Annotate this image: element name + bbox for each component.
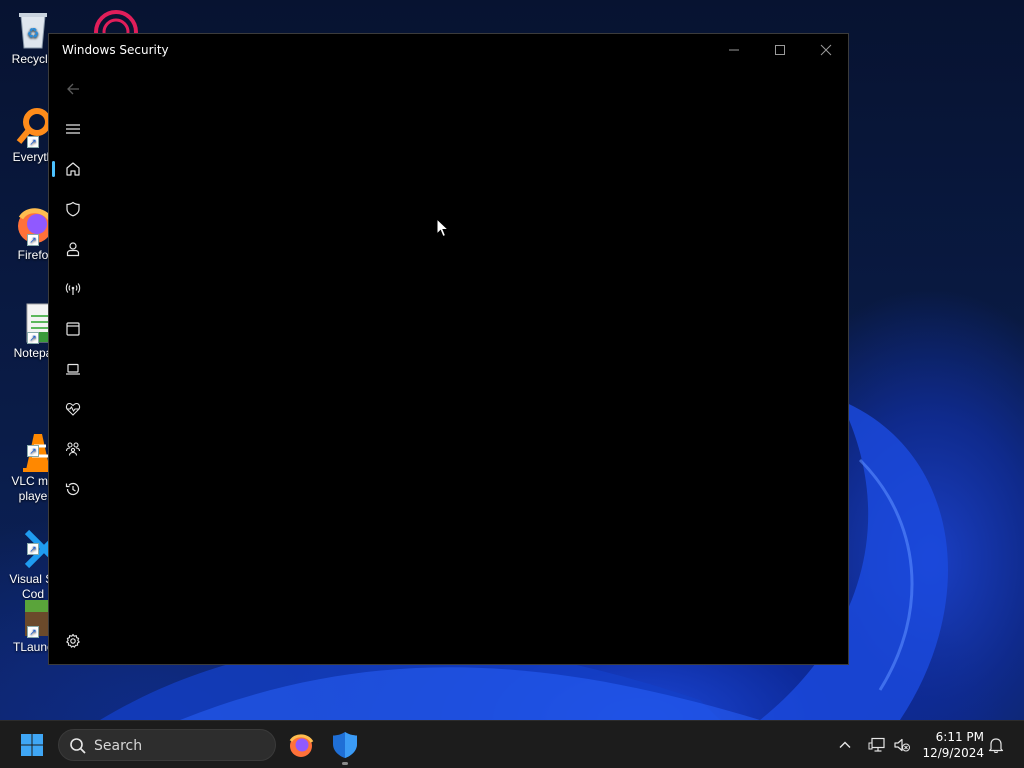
firefox-icon: ↗ — [13, 204, 54, 246]
nav-item-device-security[interactable] — [57, 353, 89, 385]
desktop-icon-label: Firefo — [17, 248, 49, 262]
window-title: Windows Security — [62, 43, 169, 57]
nav-item-device-performance[interactable] — [57, 393, 89, 425]
network-icon — [868, 737, 885, 752]
everything-search-icon: ↗ — [13, 106, 53, 148]
desktop-icon-label: Notepa — [13, 346, 53, 360]
search-icon — [70, 738, 86, 754]
shortcut-arrow-icon: ↗ — [27, 445, 39, 457]
mouse-cursor-icon — [436, 217, 450, 243]
taskbar-clock[interactable]: 6:11 PM 12/9/2024 — [918, 729, 984, 761]
antenna-icon — [65, 283, 81, 295]
history-icon — [65, 482, 80, 496]
notepad-icon: ↗ — [13, 302, 54, 344]
gear-icon — [66, 633, 80, 648]
vscode-icon: ↗ — [13, 513, 56, 569]
volume-muted-icon — [894, 738, 910, 752]
title-bar[interactable]: Windows Security — [49, 34, 848, 66]
person-icon — [66, 242, 80, 257]
minimize-icon — [729, 49, 739, 51]
nav-item-settings[interactable] — [57, 625, 89, 657]
show-hidden-icons-button[interactable] — [833, 733, 857, 757]
app-window-icon — [66, 322, 80, 336]
nav-item-app-browser-control[interactable] — [57, 313, 89, 345]
main-content-area — [97, 66, 848, 664]
windows-logo-icon — [21, 734, 43, 756]
desktop-icon-label: TLaunc — [12, 640, 54, 654]
taskbar-app-windows-security[interactable] — [327, 727, 363, 763]
clock-time: 6:11 PM — [935, 730, 984, 744]
notifications-button[interactable] — [984, 733, 1008, 757]
hamburger-menu-icon — [66, 124, 80, 134]
nav-item-virus-protection[interactable] — [57, 193, 89, 225]
shortcut-arrow-icon: ↗ — [27, 543, 39, 555]
taskbar: Search 6:11 PM 12/9/2024 — [0, 720, 1024, 768]
nav-item-family-options[interactable] — [57, 433, 89, 465]
nav-item-account-protection[interactable] — [57, 233, 89, 265]
shortcut-arrow-icon: ↗ — [27, 234, 39, 246]
bell-icon — [988, 738, 1004, 753]
taskbar-app-firefox[interactable] — [283, 727, 319, 763]
recycle-bin-icon: ♻ — [13, 8, 53, 49]
home-icon — [66, 162, 80, 176]
maximize-icon — [775, 45, 785, 55]
vlc-icon: ↗ — [13, 415, 53, 472]
nav-item-protection-history[interactable] — [57, 473, 89, 505]
minimize-button[interactable] — [711, 34, 757, 66]
maximize-button[interactable] — [757, 34, 803, 66]
laptop-icon — [66, 363, 80, 375]
back-arrow-icon — [67, 83, 79, 95]
taskbar-search-box[interactable]: Search — [58, 729, 276, 761]
volume-button[interactable] — [890, 733, 914, 757]
menu-button[interactable] — [57, 113, 89, 145]
close-icon — [820, 44, 832, 56]
back-button[interactable] — [57, 73, 89, 105]
nav-item-firewall[interactable] — [57, 273, 89, 305]
shortcut-arrow-icon: ↗ — [27, 136, 39, 148]
nav-selection-indicator — [52, 161, 55, 177]
chevron-up-icon — [839, 741, 851, 748]
nav-item-home[interactable] — [57, 153, 89, 185]
start-button[interactable] — [14, 729, 50, 761]
svg-text:♻: ♻ — [27, 25, 40, 41]
shield-icon — [66, 201, 80, 217]
clock-date: 12/9/2024 — [922, 746, 984, 760]
windows-security-icon — [333, 732, 357, 758]
firefox-icon — [289, 734, 314, 757]
shortcut-arrow-icon: ↗ — [27, 626, 39, 638]
active-app-indicator — [342, 762, 348, 765]
shortcut-arrow-icon: ↗ — [27, 332, 39, 344]
heart-pulse-icon — [65, 402, 81, 416]
tlauncher-icon: ↗ — [13, 596, 53, 638]
network-button[interactable] — [865, 733, 889, 757]
search-label: Search — [94, 738, 143, 754]
close-button[interactable] — [803, 34, 849, 66]
windows-security-window[interactable]: Windows Security — [48, 33, 849, 665]
family-icon — [65, 442, 81, 456]
